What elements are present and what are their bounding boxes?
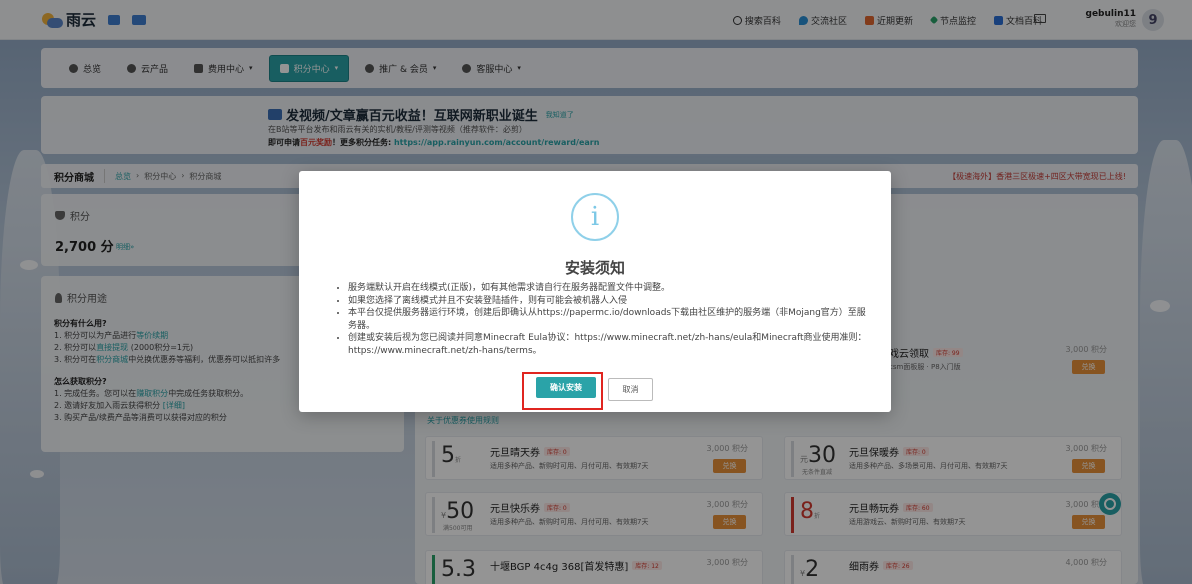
dialog-title: 安装须知 [564,259,625,277]
info-icon: i [571,193,619,241]
install-notice-dialog: i 安装须知 服务端默认开启在线模式(正版)，如有其他需求请自行在服务器配置文件… [299,171,891,412]
notice-item: 创建或安装后视为您已阅读并同意Minecraft Eula协议：https://… [348,332,872,357]
notice-item: 本平台仅提供服务器运行环境，创建后即确认从https://papermc.io/… [348,307,872,332]
notice-item: 如果您选择了离线模式并且不安装登陆插件，则有可能会被机器人入侵 [348,295,872,308]
confirm-install-button[interactable]: 确认安装 [536,377,596,398]
cancel-button[interactable]: 取消 [608,378,653,401]
notice-list: 服务端默认开启在线模式(正版)，如有其他需求请自行在服务器配置文件中调整。 如果… [337,282,872,357]
notice-item: 服务端默认开启在线模式(正版)，如有其他需求请自行在服务器配置文件中调整。 [348,282,872,295]
